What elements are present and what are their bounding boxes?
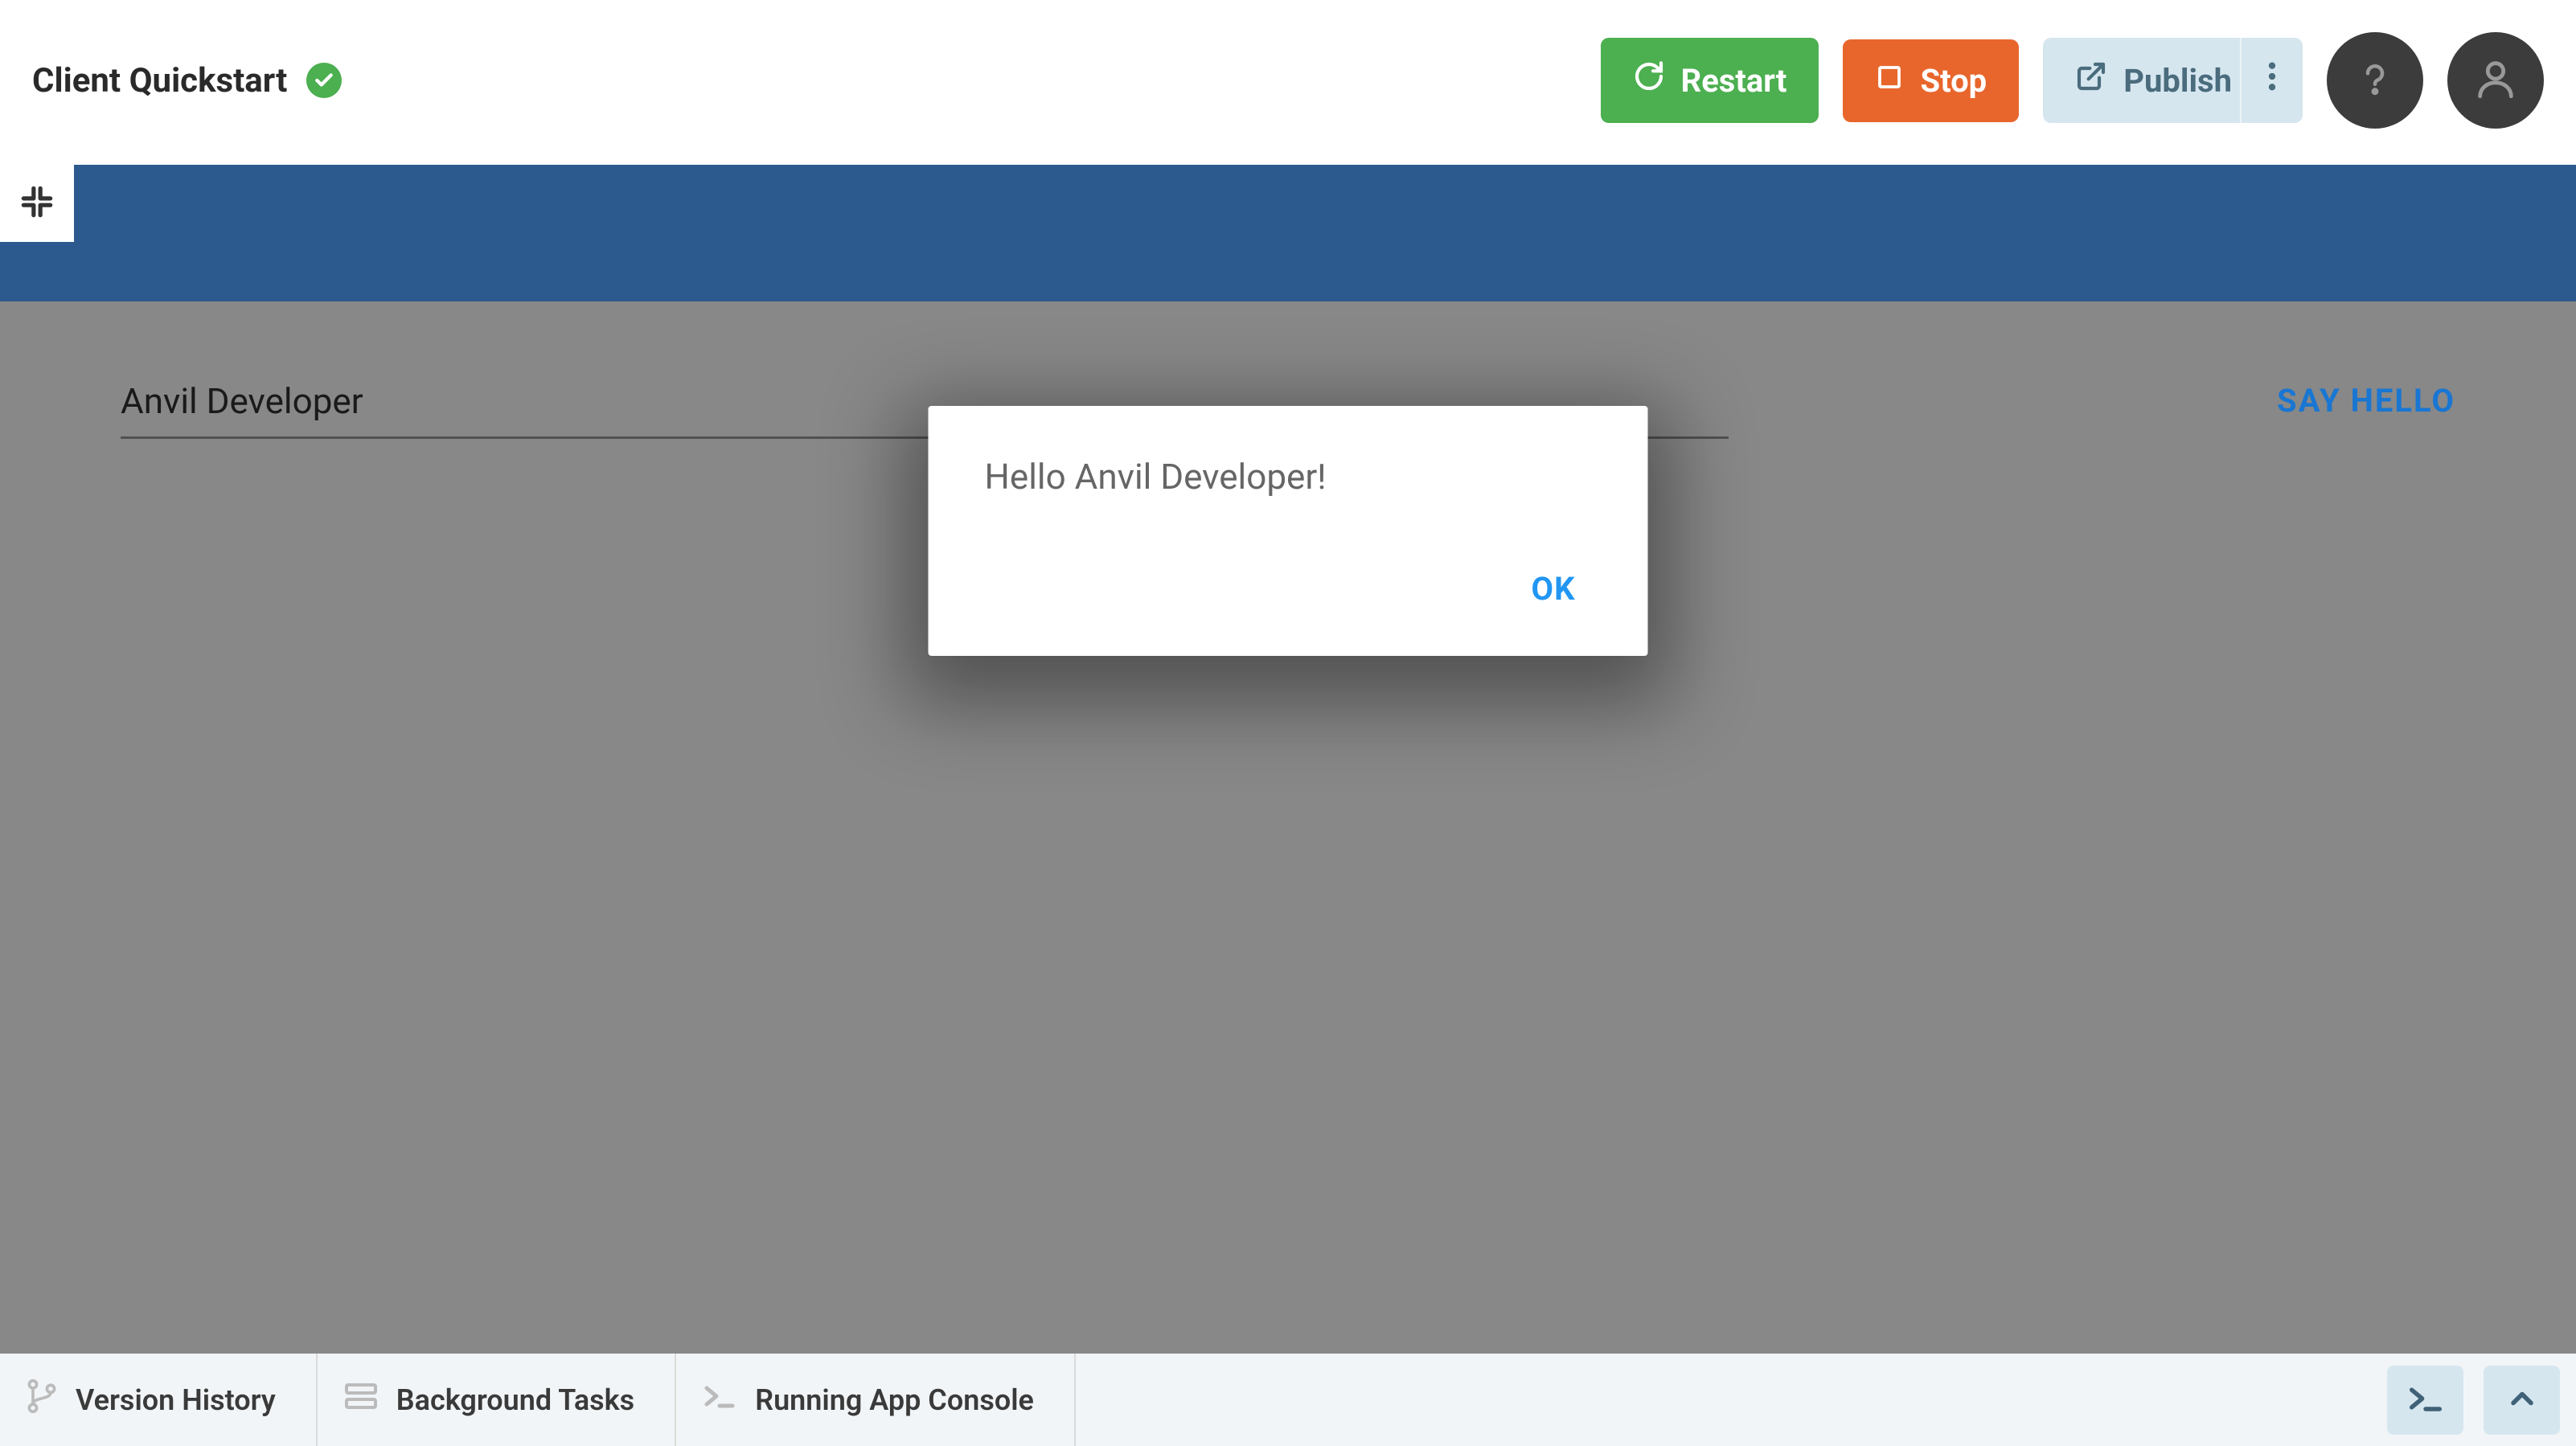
- more-vertical-icon: [2267, 60, 2277, 100]
- status-ok-icon: [306, 63, 342, 98]
- expand-panel-button[interactable]: [2484, 1366, 2560, 1435]
- bottom-bar: Version History Background Tasks Running…: [0, 1354, 2576, 1446]
- alert-actions: OK: [985, 562, 1592, 616]
- git-branch-icon: [24, 1378, 59, 1421]
- header-left: Client Quickstart: [32, 61, 342, 100]
- help-icon: [2353, 57, 2397, 104]
- app-banner: [0, 165, 2576, 301]
- exit-fullscreen-button[interactable]: [0, 165, 74, 242]
- version-history-label: Version History: [76, 1383, 276, 1417]
- restart-icon: [1633, 60, 1665, 100]
- running-app-console-button[interactable]: Running App Console: [676, 1354, 1076, 1446]
- app-title: Client Quickstart: [32, 61, 287, 100]
- terminal-icon: [2405, 1378, 2447, 1422]
- app-preview-area: SAY HELLO Hello Anvil Developer! OK: [0, 165, 2576, 1354]
- alert-message: Hello Anvil Developer!: [985, 456, 1592, 498]
- terminal-button[interactable]: [2387, 1366, 2463, 1435]
- stop-icon: [1875, 62, 1904, 100]
- more-options-button[interactable]: [2240, 38, 2303, 123]
- help-button[interactable]: [2327, 32, 2423, 129]
- publish-label: Publish: [2123, 62, 2232, 100]
- running-app-console-label: Running App Console: [755, 1383, 1034, 1417]
- header: Client Quickstart Restart: [0, 0, 2576, 161]
- console-icon: [700, 1377, 739, 1423]
- account-button[interactable]: [2447, 32, 2544, 129]
- bottom-bar-right: [2387, 1366, 2560, 1435]
- background-tasks-button[interactable]: Background Tasks: [318, 1354, 676, 1446]
- external-link-icon: [2075, 60, 2107, 100]
- stop-label: Stop: [1920, 62, 1987, 100]
- tasks-icon: [342, 1377, 380, 1423]
- version-history-button[interactable]: Version History: [16, 1354, 318, 1446]
- bottom-bar-left: Version History Background Tasks Running…: [16, 1354, 1076, 1446]
- background-tasks-label: Background Tasks: [396, 1383, 634, 1417]
- say-hello-button[interactable]: SAY HELLO: [2277, 382, 2455, 420]
- restart-button[interactable]: Restart: [1601, 38, 1819, 123]
- publish-button[interactable]: Publish: [2043, 38, 2264, 123]
- restart-label: Restart: [1681, 62, 1787, 100]
- user-icon: [2472, 55, 2519, 105]
- collapse-icon: [17, 182, 57, 225]
- chevron-up-icon: [2504, 1381, 2540, 1419]
- alert-ok-button[interactable]: OK: [1515, 562, 1591, 616]
- alert-dialog: Hello Anvil Developer! OK: [929, 406, 1648, 656]
- stop-button[interactable]: Stop: [1843, 39, 2019, 122]
- header-right: Restart Stop Publish: [1601, 32, 2544, 129]
